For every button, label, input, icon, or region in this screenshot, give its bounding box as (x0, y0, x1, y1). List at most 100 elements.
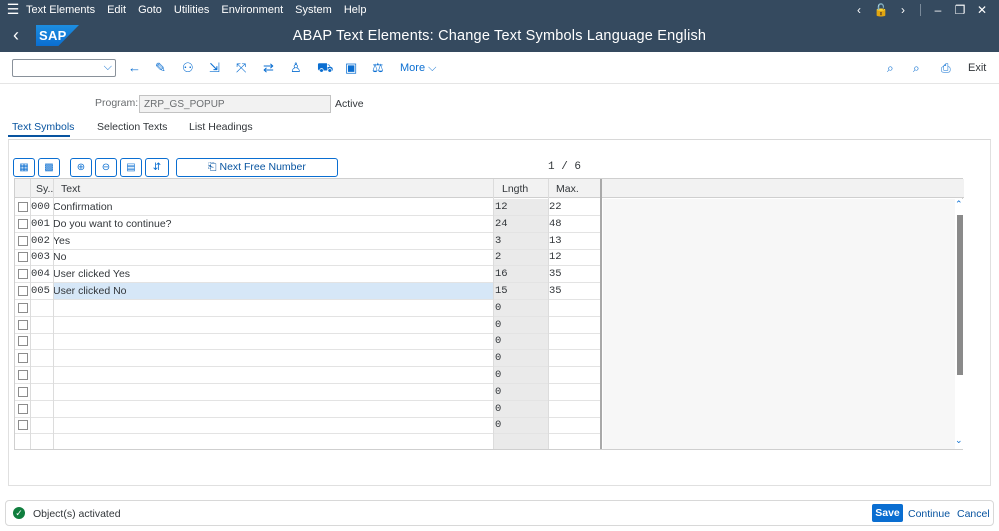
exit-button[interactable]: Exit (968, 62, 986, 74)
maximize-icon[interactable]: ❐ (949, 3, 971, 17)
text-cell[interactable]: Confirmation (53, 201, 113, 213)
text-cell[interactable]: Yes (53, 235, 70, 247)
display-change-icon[interactable]: ✎ (155, 60, 166, 76)
row-checkbox[interactable] (18, 286, 28, 296)
command-field[interactable]: ⌵ (12, 59, 116, 77)
table-row[interactable]: 0 (15, 367, 601, 384)
row-checkbox[interactable] (18, 269, 28, 280)
table-row[interactable]: 005 User clicked No 15 35 (15, 283, 601, 300)
table-row[interactable]: 0 (15, 417, 601, 435)
back-icon[interactable]: ← (128, 60, 141, 76)
cancel-button[interactable]: Cancel (957, 508, 990, 520)
select-all-icon[interactable]: ▦ (13, 158, 35, 177)
menu-utilities[interactable]: Utilities (174, 4, 209, 16)
delete-row-icon[interactable]: ⊖ (95, 158, 117, 177)
text-cell[interactable]: No (53, 251, 66, 263)
table-row[interactable]: 0 (15, 333, 601, 351)
scroll-thumb[interactable] (957, 215, 963, 375)
table-row[interactable]: 000 Confirmation 12 22 (15, 199, 601, 216)
symbol-cell[interactable]: 004 (31, 268, 50, 280)
table-row[interactable]: 004 User clicked Yes 16 35 (15, 266, 601, 284)
balance-icon[interactable]: ⚖ (372, 60, 384, 76)
table-row[interactable]: 0 (15, 300, 601, 317)
col-max[interactable]: Max. (556, 183, 579, 195)
menu-help[interactable]: Help (344, 4, 367, 16)
row-checkbox[interactable] (18, 386, 28, 397)
hierarchy-icon[interactable]: ♙ (290, 60, 302, 76)
activate-icon[interactable]: ⇲ (209, 60, 220, 76)
more-button[interactable]: More ⌵ (400, 62, 436, 75)
insert-row-icon[interactable]: ⊕ (70, 158, 92, 177)
max-length-cell[interactable]: 12 (549, 251, 562, 263)
continue-button[interactable]: Continue (908, 508, 950, 520)
table-row[interactable]: 0 (15, 317, 601, 334)
row-checkbox[interactable] (18, 403, 28, 414)
chevron-left-icon[interactable]: ‹ (848, 3, 870, 17)
row-checkbox[interactable] (18, 235, 28, 246)
menu-edit[interactable]: Edit (107, 4, 126, 16)
text-cell[interactable]: User clicked No (53, 285, 127, 297)
check-icon[interactable]: ⚇ (182, 60, 194, 76)
menu-system[interactable]: System (295, 4, 332, 16)
next-free-number-button[interactable]: ⎗ Next Free Number (176, 158, 338, 177)
row-checkbox[interactable] (18, 252, 28, 263)
max-length-cell[interactable]: 22 (549, 201, 562, 213)
symbol-cell[interactable]: 003 (31, 251, 50, 263)
lock-icon[interactable]: 🔓 (870, 3, 892, 17)
table-row[interactable]: 0 (15, 384, 601, 401)
col-text[interactable]: Text (61, 183, 80, 195)
details-icon[interactable]: ▤ (120, 158, 142, 177)
table-row[interactable]: 002 Yes 3 13 (15, 233, 601, 250)
tab-list-headings[interactable]: List Headings (189, 121, 253, 133)
document-icon[interactable]: ▣ (345, 60, 357, 76)
chevron-down-icon[interactable]: ⌵ (104, 61, 112, 74)
row-checkbox[interactable] (18, 336, 28, 347)
symbol-cell[interactable]: 001 (31, 218, 50, 230)
menu-text-elements[interactable]: Text Elements (26, 4, 95, 16)
where-used-icon[interactable]: ⤧ (236, 60, 246, 76)
tab-text-symbols[interactable]: Text Symbols (12, 121, 74, 133)
col-length[interactable]: Lngth (502, 183, 528, 195)
table-row[interactable]: 0 (15, 350, 601, 368)
search-next-icon[interactable]: ⌕ (913, 61, 920, 76)
max-length-cell[interactable]: 13 (549, 235, 562, 247)
row-checkbox[interactable] (18, 202, 28, 212)
text-cell[interactable]: Do you want to continue? (53, 218, 172, 230)
row-checkbox[interactable] (18, 353, 28, 364)
symbol-cell[interactable]: 005 (31, 285, 50, 297)
row-checkbox[interactable] (18, 370, 28, 380)
print-icon[interactable]: ⎙ (941, 61, 951, 76)
max-length-cell[interactable]: 35 (549, 268, 562, 280)
length-cell: 0 (495, 419, 502, 432)
row-checkbox[interactable] (18, 218, 28, 229)
table-row[interactable]: 001 Do you want to continue? 24 48 (15, 216, 601, 233)
table-row[interactable]: 003 No 2 12 (15, 249, 601, 267)
menu-environment[interactable]: Environment (221, 4, 283, 16)
scroll-up-icon[interactable]: ⌃ (955, 199, 963, 210)
search-icon[interactable]: ⌕ (887, 61, 894, 76)
hamburger-menu-icon[interactable]: ☰ (0, 0, 26, 19)
vertical-scrollbar[interactable]: ⌃ ⌄ (955, 199, 963, 449)
deselect-all-icon[interactable]: ▩ (38, 158, 60, 177)
chevron-right-icon[interactable]: › (892, 3, 914, 17)
row-checkbox[interactable] (18, 302, 28, 313)
sort-icon[interactable]: ⇵ (145, 158, 169, 177)
minimize-icon[interactable]: – (927, 3, 949, 17)
max-length-cell[interactable]: 48 (549, 218, 562, 230)
symbol-cell[interactable]: 002 (31, 235, 50, 247)
close-icon[interactable]: ✕ (971, 3, 993, 17)
transport-icon[interactable]: ⛟ (317, 60, 333, 76)
max-length-cell[interactable]: 35 (549, 285, 562, 297)
scroll-down-icon[interactable]: ⌄ (955, 435, 963, 446)
page-title: ABAP Text Elements: Change Text Symbols … (292, 28, 707, 44)
table-row[interactable]: 0 (15, 401, 601, 418)
menu-goto[interactable]: Goto (138, 4, 162, 16)
tab-selection-texts[interactable]: Selection Texts (97, 121, 167, 133)
row-checkbox[interactable] (18, 420, 28, 431)
save-button[interactable]: Save (872, 504, 903, 522)
row-checkbox[interactable] (18, 319, 28, 330)
compare-icon[interactable]: ⇄ (263, 60, 274, 76)
text-cell[interactable]: User clicked Yes (53, 268, 130, 280)
col-sym[interactable]: Sy.. (36, 183, 53, 195)
symbol-cell[interactable]: 000 (31, 201, 50, 213)
